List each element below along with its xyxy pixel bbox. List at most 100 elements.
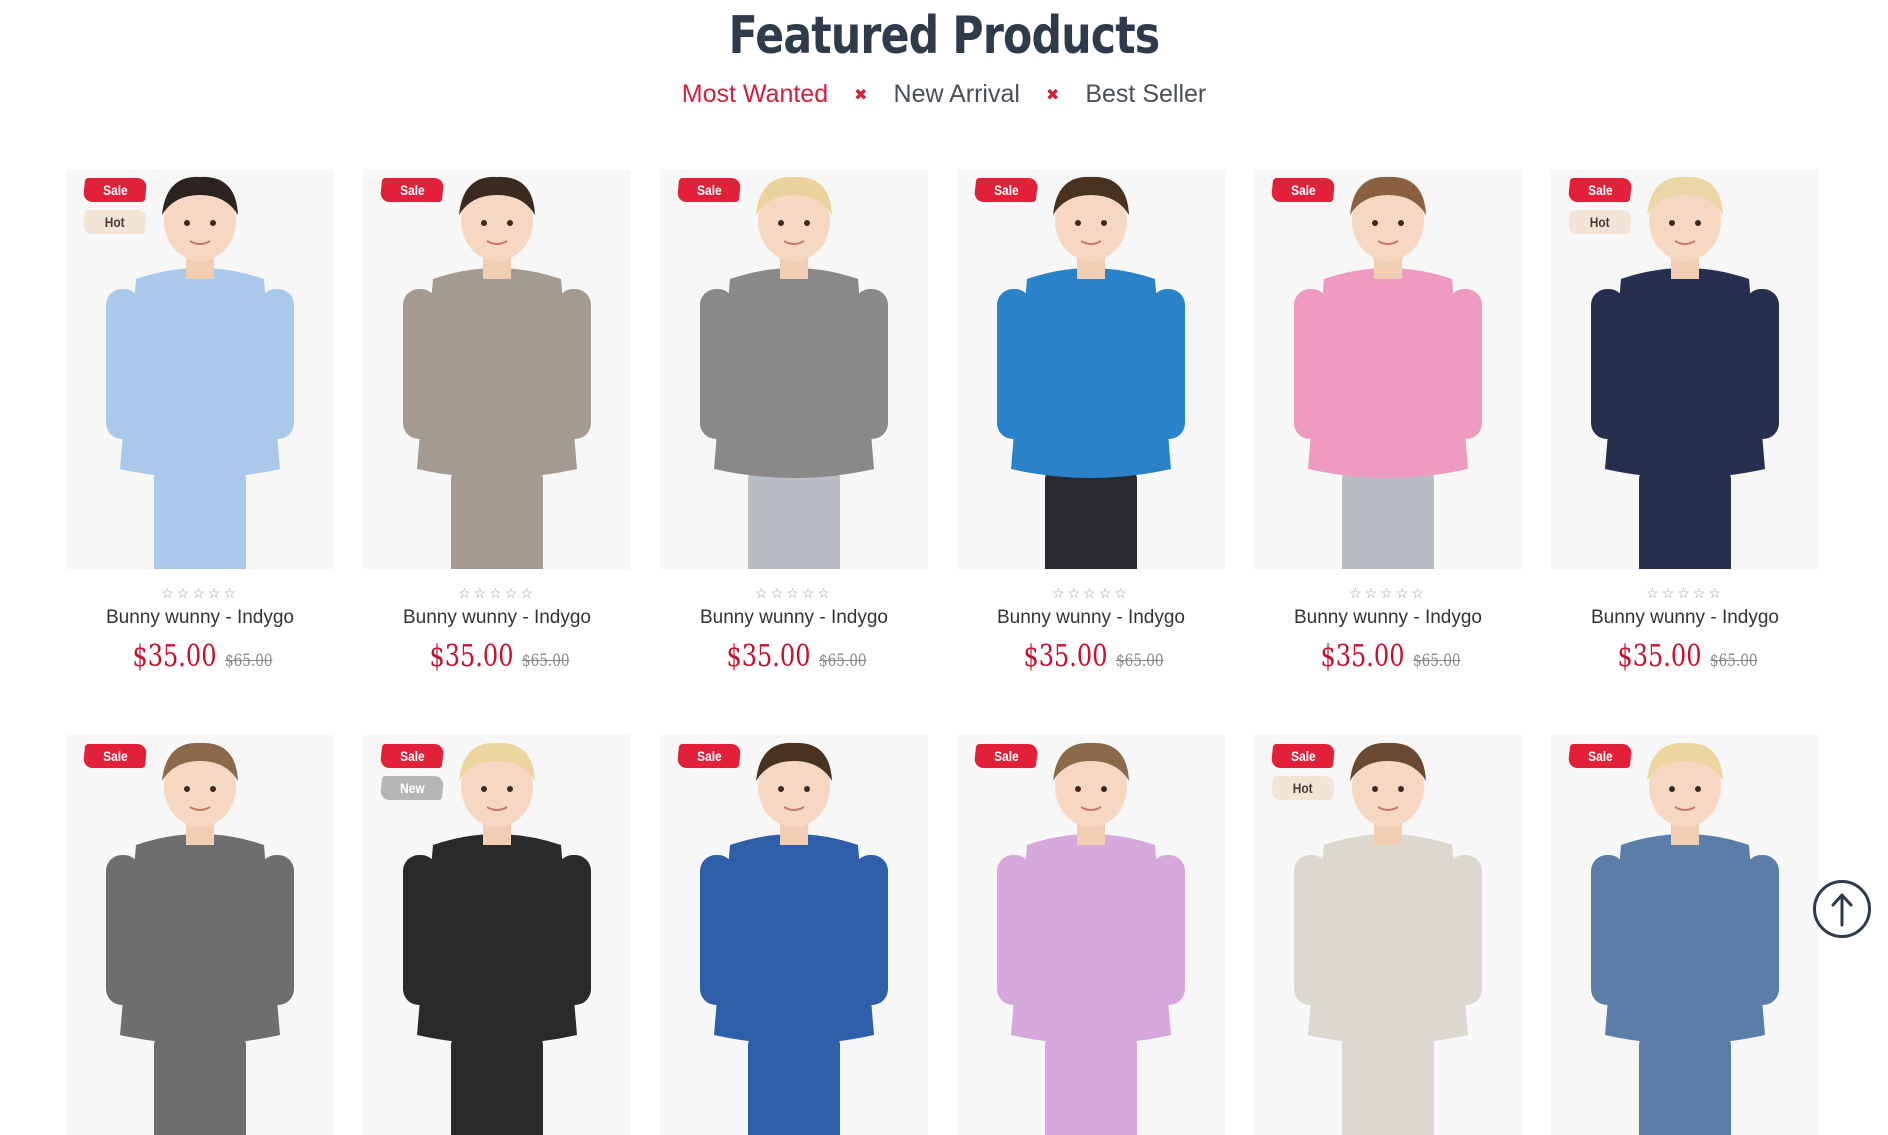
badge-label: Sale: [102, 748, 128, 764]
product-image[interactable]: Sale: [957, 169, 1225, 569]
original-price: $65.00: [521, 651, 570, 671]
star-rating: ☆☆☆☆☆: [1052, 585, 1130, 601]
original-price: $65.00: [818, 651, 867, 671]
child-model-illustration: [700, 176, 888, 569]
star-rating: ☆☆☆☆☆: [755, 585, 833, 601]
product-image[interactable]: Sale: [363, 169, 631, 569]
product-card[interactable]: Sale: [1551, 735, 1819, 1135]
original-price: $65.00: [224, 651, 273, 671]
product-prices: $35.00 $65.00: [660, 639, 928, 674]
arrow-up-icon: [1831, 893, 1853, 927]
product-card[interactable]: Sale ☆☆☆☆☆ Bunny wunny - Indygo $35.00 $65.0…: [1254, 169, 1522, 674]
product-prices: $35.00 $65.00: [1254, 639, 1522, 674]
badge-label: Sale: [993, 748, 1019, 764]
sale-badge: Sale: [676, 178, 742, 202]
original-price: $65.00: [1115, 651, 1164, 671]
sale-price: $35.00: [429, 639, 514, 674]
product-prices: $35.00 $65.00: [363, 639, 631, 674]
child-model-illustration: [1294, 176, 1482, 569]
product-card[interactable]: Sale New: [363, 735, 631, 1135]
hot-badge: Hot: [1567, 210, 1633, 234]
sale-badge: Sale: [379, 178, 445, 202]
product-card[interactable]: Sale Hot ☆☆☆☆☆ Bunny wunny - Indygo $35.00 $6…: [1551, 169, 1819, 674]
badge-label: Sale: [696, 182, 722, 198]
sale-price: $35.00: [1320, 639, 1405, 674]
badge-label: Sale: [1290, 748, 1316, 764]
badge-label: Sale: [1587, 182, 1613, 198]
product-name[interactable]: Bunny wunny - Indygo: [1551, 607, 1819, 629]
sale-badge: Sale: [82, 178, 148, 202]
sale-badge: Sale: [82, 744, 148, 768]
product-image[interactable]: Sale New: [363, 735, 631, 1135]
sale-badge: Sale: [1567, 178, 1633, 202]
product-image[interactable]: Sale Hot: [66, 169, 334, 569]
badge-label: Sale: [102, 182, 128, 198]
product-image[interactable]: Sale Hot: [1551, 169, 1819, 569]
badge-label: Sale: [993, 182, 1019, 198]
child-model-illustration: [997, 176, 1185, 569]
x-icon: ✖: [854, 86, 868, 104]
tab-new-arrival[interactable]: New Arrival: [894, 80, 1020, 109]
product-card[interactable]: Sale Hot ☆☆☆☆☆ Bunny wunny - Indygo $35.00 $6…: [66, 169, 334, 674]
badge-label: Sale: [696, 748, 722, 764]
sale-badge: Sale: [379, 744, 445, 768]
product-image[interactable]: Sale: [660, 735, 928, 1135]
tab-best-seller[interactable]: Best Seller: [1085, 80, 1206, 109]
product-card[interactable]: Sale: [957, 735, 1225, 1135]
sale-price: $35.00: [132, 639, 217, 674]
badge-label: Sale: [399, 748, 425, 764]
product-image[interactable]: Sale: [66, 735, 334, 1135]
back-to-top-button[interactable]: [1813, 880, 1871, 938]
product-name[interactable]: Bunny wunny - Indygo: [1254, 607, 1522, 629]
product-prices: $35.00 $65.00: [957, 639, 1225, 674]
badge-label: Sale: [1290, 182, 1316, 198]
sale-badge: Sale: [1270, 178, 1336, 202]
star-rating: ☆☆☆☆☆: [1349, 585, 1427, 601]
badge-label: New: [399, 780, 425, 796]
product-image[interactable]: Sale: [957, 735, 1225, 1135]
sale-price: $35.00: [726, 639, 811, 674]
product-image[interactable]: Sale Hot: [1254, 735, 1522, 1135]
product-name[interactable]: Bunny wunny - Indygo: [66, 607, 334, 629]
child-model-illustration: [1591, 742, 1779, 1135]
badge-label: Hot: [1293, 780, 1313, 796]
hot-badge: Hot: [1270, 776, 1336, 800]
new-badge: New: [379, 776, 445, 800]
product-prices: $35.00 $65.00: [66, 639, 334, 674]
product-image[interactable]: Sale: [1254, 169, 1522, 569]
original-price: $65.00: [1709, 651, 1758, 671]
sale-badge: Sale: [973, 744, 1039, 768]
product-card[interactable]: Sale ☆☆☆☆☆ Bunny wunny - Indygo $35.00 $65.0…: [957, 169, 1225, 674]
product-name[interactable]: Bunny wunny - Indygo: [957, 607, 1225, 629]
product-card[interactable]: Sale ☆☆☆☆☆ Bunny wunny - Indygo $35.00 $65.0…: [660, 169, 928, 674]
child-model-illustration: [997, 742, 1185, 1135]
product-name[interactable]: Bunny wunny - Indygo: [363, 607, 631, 629]
sale-badge: Sale: [973, 178, 1039, 202]
product-card[interactable]: Sale: [660, 735, 928, 1135]
child-model-illustration: [700, 742, 888, 1135]
sale-price: $35.00: [1617, 639, 1702, 674]
sale-badge: Sale: [676, 744, 742, 768]
product-card[interactable]: Sale: [66, 735, 334, 1135]
badge-label: Hot: [1590, 214, 1610, 230]
child-model-illustration: [106, 742, 294, 1135]
x-icon: ✖: [1045, 86, 1060, 104]
product-prices: $35.00 $65.00: [1551, 639, 1819, 674]
hot-badge: Hot: [82, 210, 148, 234]
product-image[interactable]: Sale: [660, 169, 928, 569]
product-image[interactable]: Sale: [1551, 735, 1819, 1135]
tab-most-wanted[interactable]: Most Wanted: [682, 80, 828, 109]
product-card[interactable]: Sale ☆☆☆☆☆ Bunny wunny - Indygo $35.00 $65.0…: [363, 169, 631, 674]
product-card[interactable]: Sale Hot: [1254, 735, 1522, 1135]
product-name[interactable]: Bunny wunny - Indygo: [660, 607, 928, 629]
star-rating: ☆☆☆☆☆: [458, 585, 536, 601]
sale-price: $35.00: [1023, 639, 1108, 674]
original-price: $65.00: [1412, 651, 1461, 671]
sale-badge: Sale: [1567, 744, 1633, 768]
star-rating: ☆☆☆☆☆: [161, 585, 239, 601]
section-title: Featured Products: [728, 6, 1161, 66]
child-model-illustration: [403, 176, 591, 569]
product-tabs: Most Wanted ✖ New Arrival ✖ Best Seller: [0, 80, 1888, 109]
badge-label: Hot: [105, 214, 125, 230]
sale-badge: Sale: [1270, 744, 1336, 768]
